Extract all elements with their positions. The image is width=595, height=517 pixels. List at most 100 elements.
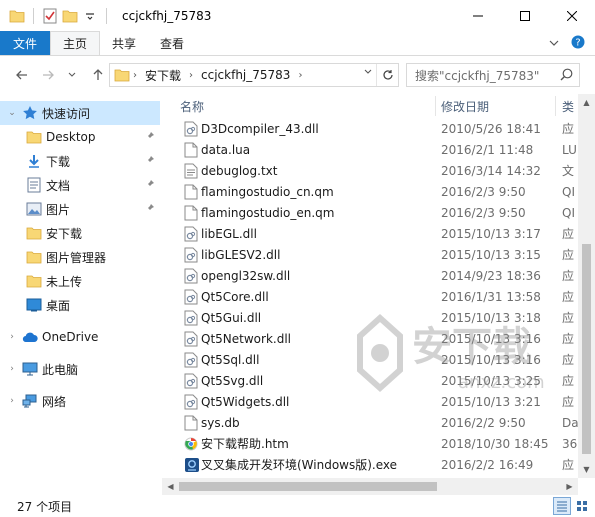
close-button[interactable] xyxy=(548,0,595,31)
scroll-down-icon[interactable]: ▼ xyxy=(578,461,595,478)
file-icon xyxy=(184,184,198,200)
maximize-button[interactable] xyxy=(501,0,548,31)
nav-item-not-uploaded[interactable]: 未上传 xyxy=(22,269,82,293)
file-row[interactable]: sys.db 2016/2/2 9:50 Da xyxy=(162,412,595,433)
watermark-text: 安下载 xyxy=(412,324,532,370)
expand-ribbon-icon[interactable] xyxy=(549,36,559,50)
file-row[interactable]: D3Dcompiler_43.dll 2010/5/26 18:41 应 xyxy=(162,118,595,139)
download-icon xyxy=(26,153,42,169)
file-row[interactable]: opengl32sw.dll 2014/9/23 18:36 应 xyxy=(162,265,595,286)
nav-item-anxiazai[interactable]: 安下载 xyxy=(22,221,82,245)
nav-label: 下载 xyxy=(46,154,71,169)
scroll-thumb[interactable] xyxy=(582,244,591,454)
customize-qat-icon[interactable] xyxy=(81,7,99,25)
pin-icon xyxy=(145,131,155,144)
file-name: 叉叉集成开发环境(Windows版).exe xyxy=(201,458,398,472)
tab-view[interactable]: 查看 xyxy=(148,31,196,55)
nav-onedrive[interactable]: › OneDrive xyxy=(0,325,98,349)
scroll-right-icon[interactable]: ▶ xyxy=(561,478,578,495)
file-date: 2016/1/31 13:58 xyxy=(441,289,541,304)
ribbon-tabs: 文件 主页 共享 查看 ? xyxy=(0,31,595,55)
dll-icon xyxy=(184,289,198,305)
dll-icon xyxy=(184,331,198,347)
chevron-right-icon[interactable]: › xyxy=(6,332,18,342)
large-icons-view-icon[interactable] xyxy=(573,497,591,515)
quick-access-toolbar xyxy=(0,0,112,31)
exe-icon xyxy=(184,457,199,473)
chevron-right-icon[interactable]: › xyxy=(6,396,18,406)
file-date: 2010/5/26 18:41 xyxy=(441,121,541,136)
file-row[interactable]: 安下载帮助.htm 2018/10/30 18:45 36 xyxy=(162,433,595,454)
cloud-icon xyxy=(22,329,38,345)
tab-share[interactable]: 共享 xyxy=(100,31,148,55)
nav-item-pictures[interactable]: 图片 xyxy=(22,197,70,221)
new-folder-icon[interactable] xyxy=(61,7,79,25)
file-name: debuglog.txt xyxy=(201,163,278,178)
details-view-icon[interactable] xyxy=(553,497,571,515)
refresh-button[interactable] xyxy=(376,64,398,86)
vertical-scrollbar[interactable]: ▲ ▼ xyxy=(578,94,595,478)
up-button[interactable] xyxy=(86,63,110,87)
chevron-right-icon[interactable]: › xyxy=(295,70,305,81)
chevron-right-icon[interactable]: › xyxy=(6,364,18,374)
scroll-thumb[interactable] xyxy=(179,482,437,491)
file-row[interactable]: 叉叉集成开发环境(Windows版).exe 2016/2/2 16:49 应 xyxy=(162,454,595,475)
file-name: Qt5Network.dll xyxy=(201,331,291,346)
nav-network[interactable]: › 网络 xyxy=(0,389,66,413)
nav-item-desktop[interactable]: Desktop xyxy=(22,125,96,149)
file-row[interactable]: debuglog.txt 2016/3/14 14:32 文 xyxy=(162,160,595,181)
title-bar: ccjckfhj_75783 xyxy=(0,0,595,31)
tab-home[interactable]: 主页 xyxy=(50,31,101,55)
tab-file[interactable]: 文件 xyxy=(0,31,51,55)
chevron-down-icon[interactable] xyxy=(364,68,372,78)
file-row[interactable]: flamingostudio_cn.qm 2016/2/3 9:50 QI xyxy=(162,181,595,202)
breadcrumb-item[interactable]: 安下载 xyxy=(140,67,186,84)
file-row[interactable]: Qt5Core.dll 2016/1/31 13:58 应 xyxy=(162,286,595,307)
dll-icon xyxy=(184,121,198,137)
chevron-right-icon[interactable]: › xyxy=(130,70,140,81)
scroll-left-icon[interactable]: ◀ xyxy=(162,478,179,495)
nav-item-desktop-cn[interactable]: 桌面 xyxy=(22,293,70,317)
help-icon[interactable]: ? xyxy=(571,35,585,52)
nav-this-pc[interactable]: › 此电脑 xyxy=(0,357,78,381)
column-header-date[interactable]: 修改日期 xyxy=(441,94,489,118)
nav-quick-access[interactable]: ⌄ 快速访问 xyxy=(0,101,160,125)
nav-label: 此电脑 xyxy=(42,362,79,377)
file-name: Qt5Svg.dll xyxy=(201,373,264,388)
column-header-type[interactable]: 类 xyxy=(562,94,574,118)
file-row[interactable]: libGLESV2.dll 2015/10/13 3:15 应 xyxy=(162,244,595,265)
dll-icon xyxy=(184,226,198,242)
back-button[interactable] xyxy=(10,63,34,87)
file-list: 名称 修改日期 类 D3Dcompiler_43.dll 2010/5/26 18… xyxy=(162,94,595,478)
file-name: libEGL.dll xyxy=(201,226,257,241)
file-name: Qt5Core.dll xyxy=(201,289,269,304)
status-bar: 27 个项目 xyxy=(0,495,595,517)
divider xyxy=(106,7,107,24)
search-icon[interactable] xyxy=(560,68,573,84)
chevron-right-icon[interactable]: › xyxy=(186,70,196,81)
forward-button[interactable] xyxy=(36,63,60,87)
minimize-button[interactable] xyxy=(454,0,501,31)
address-bar[interactable]: › 安下载 › ccjckfhj_75783 › xyxy=(109,63,399,87)
folder-icon xyxy=(8,7,26,25)
nav-item-picture-manager[interactable]: 图片管理器 xyxy=(22,245,106,269)
nav-label: 安下载 xyxy=(46,226,83,241)
recent-locations-button[interactable] xyxy=(60,63,84,87)
nav-item-downloads[interactable]: 下载 xyxy=(22,149,70,173)
file-date: 2018/10/30 18:45 xyxy=(441,436,549,451)
properties-icon[interactable] xyxy=(41,7,59,25)
horizontal-scrollbar[interactable]: ◀ ▶ xyxy=(162,478,578,495)
column-header-name[interactable]: 名称 xyxy=(180,94,204,118)
column-divider[interactable] xyxy=(555,96,556,116)
dll-icon xyxy=(184,394,198,410)
search-input[interactable]: 搜索"ccjckfhj_75783" xyxy=(406,63,580,87)
chevron-down-icon[interactable]: ⌄ xyxy=(6,108,18,118)
column-divider[interactable] xyxy=(435,96,436,116)
nav-item-documents[interactable]: 文档 xyxy=(22,173,70,197)
file-row[interactable]: flamingostudio_en.qm 2016/2/3 9:50 QI xyxy=(162,202,595,223)
breadcrumb-item[interactable]: ccjckfhj_75783 xyxy=(196,68,295,82)
file-row[interactable]: libEGL.dll 2015/10/13 3:17 应 xyxy=(162,223,595,244)
file-name: sys.db xyxy=(201,415,240,430)
file-row[interactable]: data.lua 2016/2/1 11:48 LU xyxy=(162,139,595,160)
scroll-up-icon[interactable]: ▲ xyxy=(578,94,595,111)
